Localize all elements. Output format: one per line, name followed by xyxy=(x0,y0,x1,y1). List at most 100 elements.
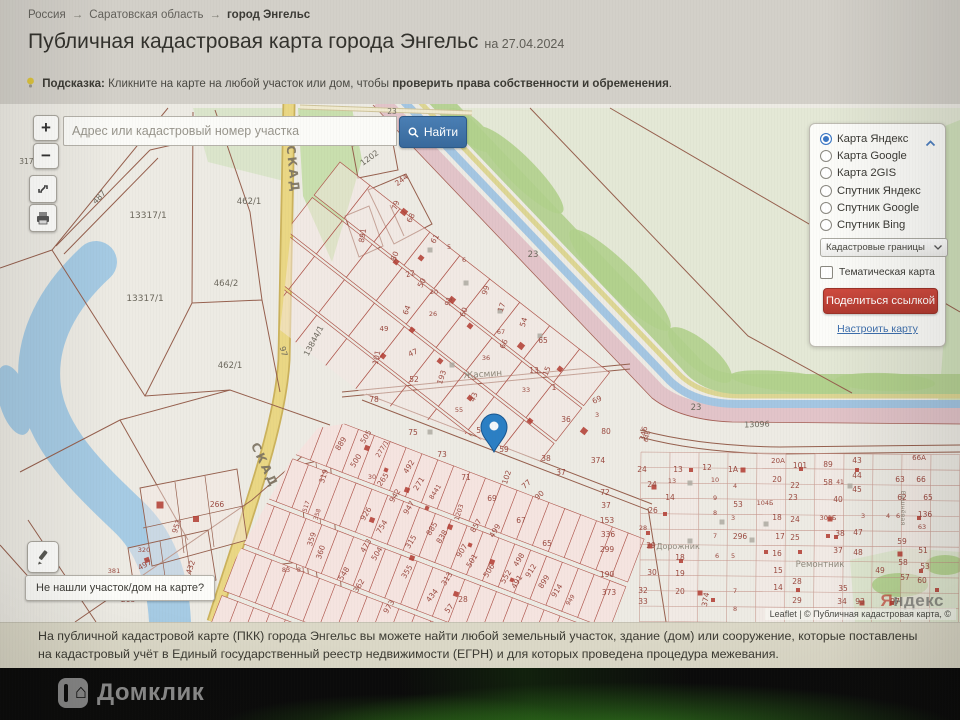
configure-map-link[interactable]: Настроить карту xyxy=(820,323,935,335)
map-label: 8 xyxy=(713,509,717,517)
map-label: 36 xyxy=(482,354,490,362)
map-label: 13317/1 xyxy=(129,211,166,221)
pencil-icon xyxy=(38,550,48,565)
radio-icon[interactable] xyxy=(820,218,832,231)
measure-button[interactable] xyxy=(27,541,59,573)
map-label: 28 xyxy=(458,595,468,604)
lightbulb-icon xyxy=(26,77,35,92)
layer-option-3[interactable]: Спутник Яндекс xyxy=(820,184,945,197)
map-label: 9 xyxy=(713,494,717,502)
map-label: 296 xyxy=(733,532,748,541)
map-label: 72 xyxy=(600,488,610,497)
map-label: 18 xyxy=(772,513,782,522)
map-label: 65 xyxy=(923,493,933,502)
map-label: 60 xyxy=(917,576,927,585)
layer-option-label: Спутник Bing xyxy=(837,218,906,231)
map-label: 53 xyxy=(920,562,930,571)
map-label: 37 xyxy=(601,501,611,510)
map-label: 14 xyxy=(773,583,783,592)
map-label: 36 xyxy=(561,415,571,424)
thematic-map-checkbox[interactable] xyxy=(820,265,833,279)
radio-icon[interactable] xyxy=(820,167,832,180)
map-label: 71 xyxy=(461,473,471,482)
map-label: 45 xyxy=(852,485,862,494)
map-label: 23 xyxy=(691,403,702,413)
map-label: 13 xyxy=(668,477,676,485)
radio-icon[interactable] xyxy=(820,201,832,214)
map-label: 26 xyxy=(648,506,658,515)
map-label: 19 xyxy=(675,569,685,578)
map-label: 55 xyxy=(455,406,463,414)
map-label: 13 xyxy=(673,465,683,474)
map-attribution[interactable]: Leaflet | © Публичная кадастровая карта,… xyxy=(764,608,956,620)
layer-option-5[interactable]: Спутник Bing xyxy=(820,218,945,231)
map-label: 18 xyxy=(675,553,685,562)
map-label: 4 xyxy=(886,512,890,520)
thematic-map-checkbox-row[interactable]: Тематическая карта xyxy=(820,265,945,279)
layer-option-label: Спутник Яндекс xyxy=(837,184,921,197)
domclick-brand: Домклик xyxy=(58,678,204,708)
map-label: 3 xyxy=(861,512,865,520)
map-label: 65 xyxy=(542,539,552,548)
layer-option-4[interactable]: Спутник Google xyxy=(820,201,945,214)
layer-option-2[interactable]: Карта 2GIS xyxy=(820,167,945,180)
map-label: 51 xyxy=(918,546,928,555)
layers-panel: Карта Яндекс Карта Google Карта 2GIS Спутни… xyxy=(809,123,948,347)
map-label: 17 xyxy=(775,532,785,541)
breadcrumb-country[interactable]: Россия xyxy=(28,9,66,21)
hint-line: Подсказка: Кликните на карте на любой уч… xyxy=(26,77,672,92)
map-label: 73 xyxy=(437,450,447,459)
map-label: 266 xyxy=(210,500,225,509)
map-label: 40 xyxy=(833,495,843,504)
radio-icon[interactable] xyxy=(820,184,832,197)
map-label: 26 xyxy=(429,310,437,318)
map-label: 30 xyxy=(368,473,376,481)
map-label: 381 xyxy=(108,567,120,575)
map-label: 13317/1 xyxy=(126,294,163,304)
collapse-panel-icon[interactable] xyxy=(925,134,936,152)
hint-text: Кликните на карте на любой участок или д… xyxy=(108,78,389,90)
map-label: 3 xyxy=(731,514,735,522)
not-found-button[interactable]: Не нашли участок/дом на карте? xyxy=(25,575,216,601)
share-link-button[interactable]: Поделиться ссылкой xyxy=(823,287,938,314)
boundaries-select[interactable]: Кадастровые границы xyxy=(820,237,948,257)
map-label: 29 xyxy=(646,541,656,550)
map-label: 78 xyxy=(369,395,379,404)
map-label: 35 xyxy=(838,584,848,593)
breadcrumb-region[interactable]: Саратовская область xyxy=(89,9,203,21)
map-label: 69 xyxy=(487,494,497,503)
map-label: 33 xyxy=(522,386,530,394)
map-label: 80 xyxy=(601,427,611,436)
map-label: 320 xyxy=(138,546,150,554)
map-label: 8 xyxy=(733,605,737,613)
fullscreen-button[interactable] xyxy=(29,175,57,203)
domclick-logo-text: Домклик xyxy=(97,679,205,706)
map-canvas[interactable]: 317/2 487 13317/1 462/1 464/2 13317/1 462/1 138… xyxy=(0,104,960,622)
map-label: 38 xyxy=(835,529,845,538)
search-button[interactable]: Найти xyxy=(399,116,467,148)
print-button[interactable] xyxy=(29,204,57,232)
map-label: 59 xyxy=(897,537,907,546)
map-label: 49 xyxy=(875,566,885,575)
map-label: 20 xyxy=(430,288,438,296)
map-label: 23 xyxy=(788,493,798,502)
map-label: 20 xyxy=(675,587,685,596)
radio-icon[interactable] xyxy=(820,133,832,145)
zoom-in-button[interactable]: + xyxy=(33,115,59,141)
map-label: 75 xyxy=(408,428,418,437)
map-label: 63 xyxy=(895,475,905,484)
map-label: 7 xyxy=(713,532,717,540)
map-label: 153 xyxy=(600,516,615,525)
search-input[interactable] xyxy=(63,116,397,146)
layer-option-label: Карта Яндекс xyxy=(837,133,909,145)
domclick-logo-icon xyxy=(58,678,88,708)
zoom-out-button[interactable]: − xyxy=(33,143,59,169)
layer-option-label: Карта 2GIS xyxy=(837,167,897,180)
radio-icon[interactable] xyxy=(820,150,832,163)
map-label: 104Б xyxy=(757,499,774,507)
map-label: 49 xyxy=(380,325,389,333)
breadcrumb-city: город Энгельс xyxy=(227,9,311,21)
map-label: 5 xyxy=(447,243,451,251)
map-label: 374 xyxy=(591,456,606,465)
map-label: 462/1 xyxy=(218,361,243,371)
